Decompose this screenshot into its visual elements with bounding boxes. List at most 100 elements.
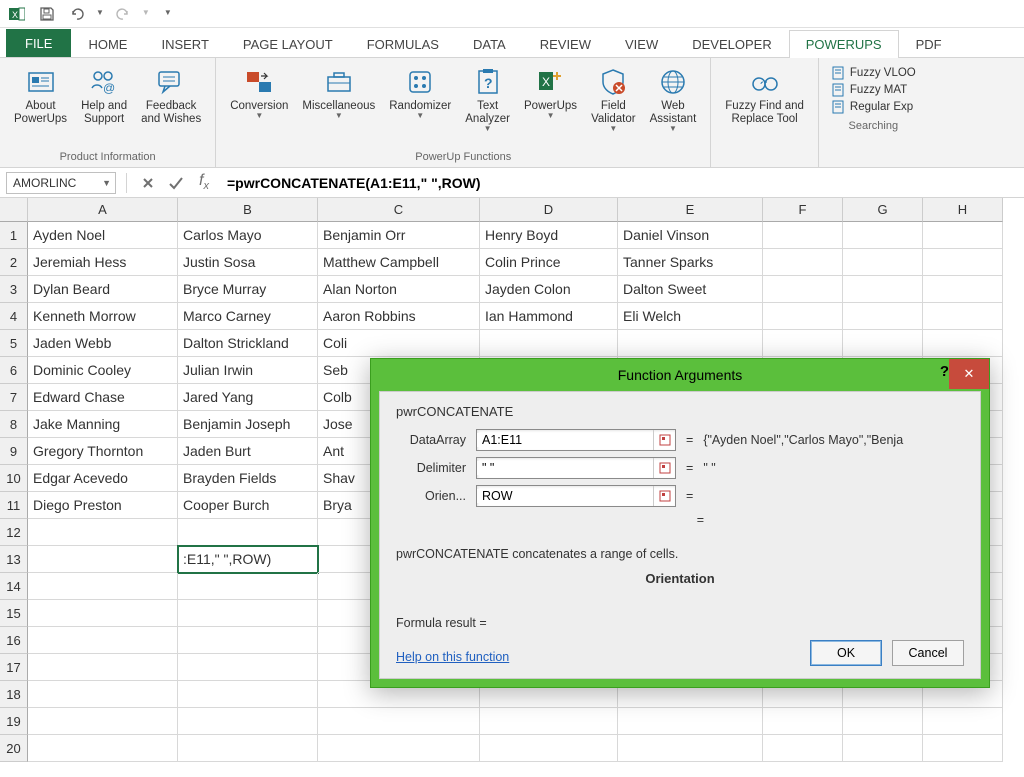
row-header[interactable]: 6 bbox=[0, 357, 28, 384]
cell[interactable]: Carlos Mayo bbox=[178, 222, 318, 249]
select-all-corner[interactable] bbox=[0, 198, 28, 222]
cell[interactable]: Diego Preston bbox=[28, 492, 178, 519]
cell[interactable] bbox=[843, 735, 923, 762]
cell[interactable] bbox=[178, 600, 318, 627]
cell[interactable] bbox=[28, 708, 178, 735]
cell[interactable] bbox=[28, 735, 178, 762]
cell[interactable]: Matthew Campbell bbox=[318, 249, 480, 276]
cell[interactable] bbox=[923, 735, 1003, 762]
cell[interactable] bbox=[178, 627, 318, 654]
help-support-button[interactable]: @ Help andSupport bbox=[75, 62, 133, 130]
range-selector-icon[interactable] bbox=[653, 430, 675, 450]
cell[interactable]: Edgar Acevedo bbox=[28, 465, 178, 492]
formula-input[interactable] bbox=[221, 172, 1018, 194]
cell[interactable]: Jeremiah Hess bbox=[28, 249, 178, 276]
cell[interactable]: Kenneth Morrow bbox=[28, 303, 178, 330]
cell[interactable]: Tanner Sparks bbox=[618, 249, 763, 276]
cell[interactable] bbox=[480, 708, 618, 735]
cell[interactable] bbox=[843, 222, 923, 249]
tab-developer[interactable]: DEVELOPER bbox=[675, 30, 788, 58]
cell[interactable] bbox=[763, 249, 843, 276]
column-header[interactable]: A bbox=[28, 198, 178, 222]
cell[interactable] bbox=[178, 708, 318, 735]
cell[interactable] bbox=[28, 600, 178, 627]
cell[interactable] bbox=[618, 330, 763, 357]
cell[interactable]: Henry Boyd bbox=[480, 222, 618, 249]
row-header[interactable]: 16 bbox=[0, 627, 28, 654]
close-icon[interactable]: ✕ bbox=[949, 359, 989, 389]
tab-page-layout[interactable]: PAGE LAYOUT bbox=[226, 30, 350, 58]
fuzzy-vlookup-button[interactable]: Fuzzy VLOO bbox=[831, 66, 916, 80]
misc-button[interactable]: Miscellaneous ▼ bbox=[296, 62, 381, 124]
tab-data[interactable]: DATA bbox=[456, 30, 523, 58]
range-selector-icon[interactable] bbox=[653, 486, 675, 506]
cell[interactable] bbox=[763, 735, 843, 762]
cell[interactable] bbox=[28, 681, 178, 708]
cell[interactable]: Dalton Strickland bbox=[178, 330, 318, 357]
orientation-input[interactable] bbox=[477, 489, 653, 503]
cell[interactable] bbox=[28, 573, 178, 600]
cell[interactable]: Benjamin Joseph bbox=[178, 411, 318, 438]
fx-icon[interactable]: fx bbox=[193, 172, 215, 194]
tab-insert[interactable]: INSERT bbox=[144, 30, 225, 58]
help-link[interactable]: Help on this function bbox=[396, 650, 509, 664]
cell[interactable] bbox=[28, 654, 178, 681]
tab-pdf[interactable]: PDF bbox=[899, 30, 959, 58]
cell[interactable] bbox=[618, 735, 763, 762]
randomizer-button[interactable]: Randomizer ▼ bbox=[383, 62, 457, 124]
cell[interactable]: Jayden Colon bbox=[480, 276, 618, 303]
powerups-button[interactable]: X PowerUps ▼ bbox=[518, 62, 583, 124]
cell[interactable] bbox=[178, 519, 318, 546]
cell[interactable] bbox=[923, 249, 1003, 276]
cell[interactable] bbox=[843, 708, 923, 735]
cell[interactable]: Bryce Murray bbox=[178, 276, 318, 303]
cell[interactable] bbox=[480, 330, 618, 357]
row-header[interactable]: 19 bbox=[0, 708, 28, 735]
tab-review[interactable]: REVIEW bbox=[523, 30, 608, 58]
cell[interactable]: Justin Sosa bbox=[178, 249, 318, 276]
web-assistant-button[interactable]: WebAssistant ▼ bbox=[644, 62, 703, 137]
cell[interactable] bbox=[178, 681, 318, 708]
undo-icon[interactable] bbox=[66, 3, 88, 25]
column-header[interactable]: D bbox=[480, 198, 618, 222]
range-selector-icon[interactable] bbox=[653, 458, 675, 478]
cell[interactable]: Jake Manning bbox=[28, 411, 178, 438]
cell[interactable]: Dominic Cooley bbox=[28, 357, 178, 384]
row-header[interactable]: 17 bbox=[0, 654, 28, 681]
row-header[interactable]: 15 bbox=[0, 600, 28, 627]
tab-formulas[interactable]: FORMULAS bbox=[350, 30, 456, 58]
cell[interactable]: Jaden Webb bbox=[28, 330, 178, 357]
tab-file[interactable]: FILE bbox=[6, 29, 71, 57]
cell[interactable] bbox=[923, 330, 1003, 357]
cell[interactable]: Aaron Robbins bbox=[318, 303, 480, 330]
redo-icon[interactable] bbox=[112, 3, 134, 25]
cell[interactable] bbox=[843, 330, 923, 357]
cell[interactable] bbox=[923, 222, 1003, 249]
tab-home[interactable]: HOME bbox=[71, 30, 144, 58]
cell[interactable]: Dylan Beard bbox=[28, 276, 178, 303]
row-header[interactable]: 2 bbox=[0, 249, 28, 276]
cancel-button[interactable]: Cancel bbox=[892, 640, 964, 666]
cell[interactable] bbox=[843, 303, 923, 330]
column-header[interactable]: F bbox=[763, 198, 843, 222]
dataarray-input[interactable] bbox=[477, 433, 653, 447]
cell[interactable] bbox=[763, 303, 843, 330]
row-header[interactable]: 3 bbox=[0, 276, 28, 303]
cell[interactable] bbox=[618, 708, 763, 735]
cell[interactable]: Cooper Burch bbox=[178, 492, 318, 519]
cell[interactable]: Alan Norton bbox=[318, 276, 480, 303]
cell[interactable]: Jaden Burt bbox=[178, 438, 318, 465]
cell[interactable] bbox=[178, 654, 318, 681]
cell[interactable] bbox=[28, 627, 178, 654]
cell[interactable] bbox=[178, 573, 318, 600]
column-header[interactable]: B bbox=[178, 198, 318, 222]
row-header[interactable]: 12 bbox=[0, 519, 28, 546]
row-header[interactable]: 10 bbox=[0, 465, 28, 492]
redo-dropdown-icon[interactable]: ▼ bbox=[142, 8, 150, 17]
cell[interactable]: :E11," ",ROW) bbox=[178, 546, 318, 573]
column-header[interactable]: C bbox=[318, 198, 480, 222]
cell[interactable]: Colin Prince bbox=[480, 249, 618, 276]
row-header[interactable]: 5 bbox=[0, 330, 28, 357]
field-validator-button[interactable]: FieldValidator ▼ bbox=[585, 62, 642, 137]
cell[interactable] bbox=[843, 249, 923, 276]
